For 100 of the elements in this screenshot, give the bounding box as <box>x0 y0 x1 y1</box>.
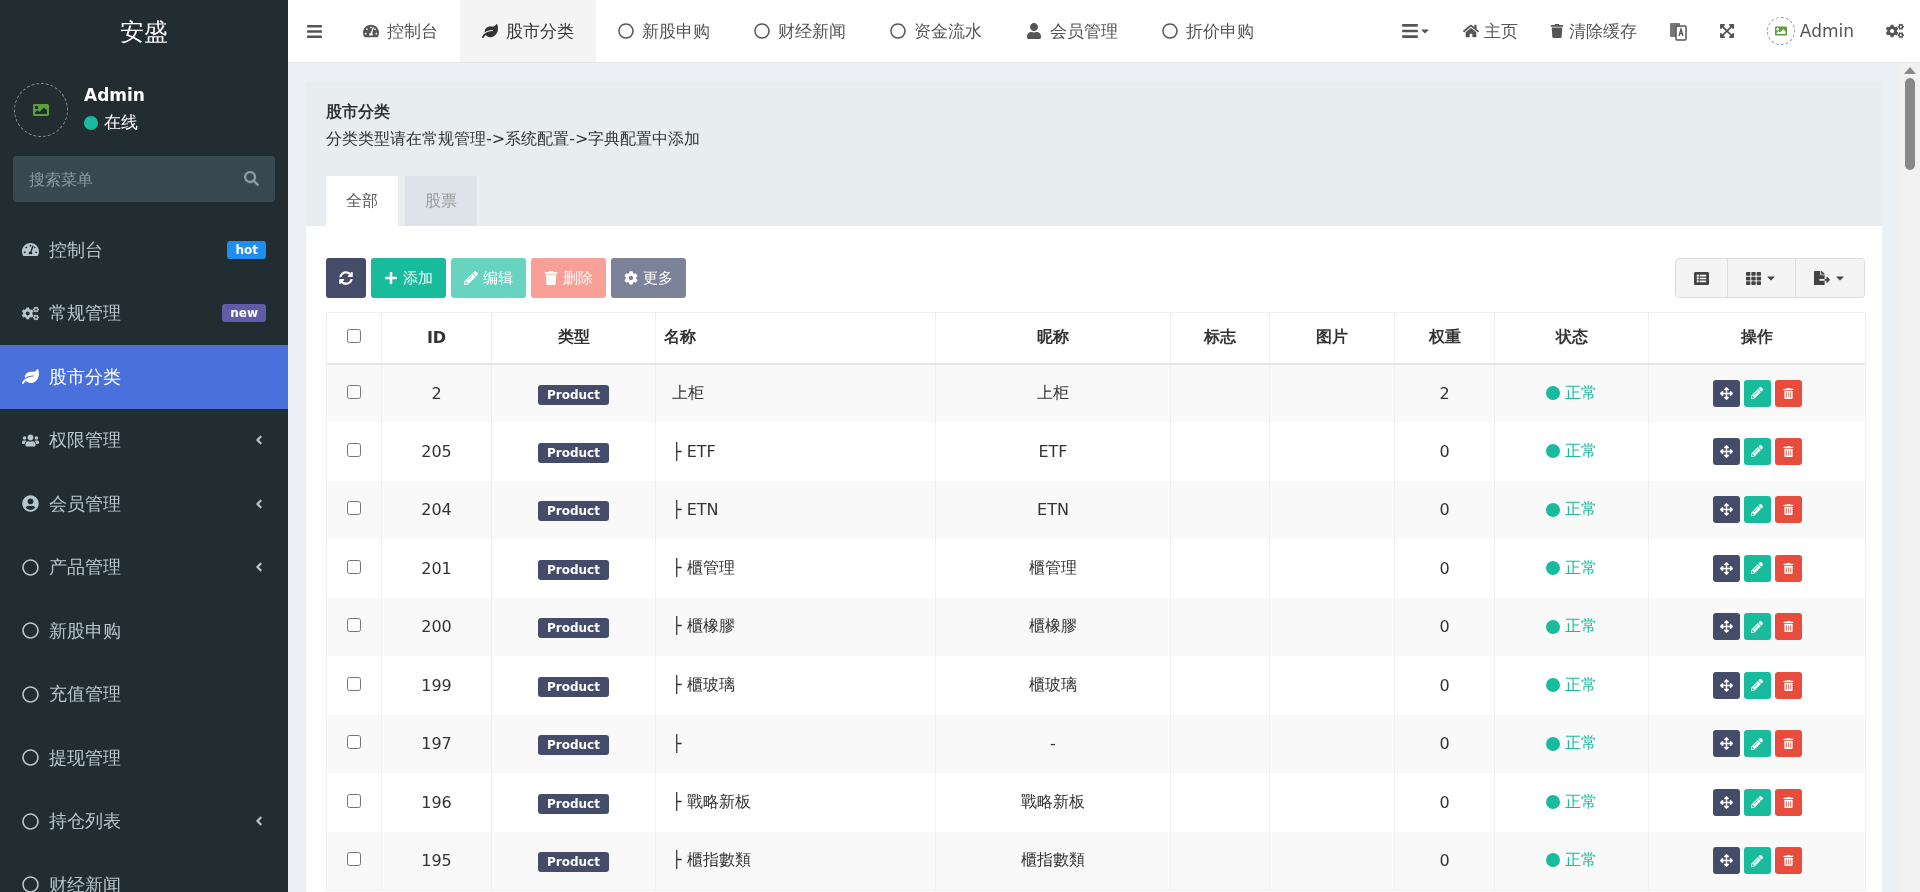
settings-icon[interactable] <box>1886 22 1904 40</box>
move-icon <box>1719 620 1733 634</box>
menu-label: 产品管理 <box>49 555 122 580</box>
status-label: 正常 <box>1565 791 1597 813</box>
nav-tab[interactable]: 折价申购 <box>1140 0 1276 62</box>
select-all-checkbox[interactable] <box>347 329 361 344</box>
search-icon <box>244 171 259 186</box>
menu-item[interactable]: 权限管理 <box>0 408 288 472</box>
drag-button[interactable] <box>1712 496 1740 524</box>
menu-label: 权限管理 <box>49 428 122 453</box>
delete-button[interactable] <box>1774 496 1802 524</box>
row-checkbox[interactable] <box>347 618 361 633</box>
delete-button[interactable] <box>1774 788 1802 816</box>
column-header: 状态 <box>1494 312 1649 364</box>
drag-button[interactable] <box>1712 379 1740 407</box>
status-label: 正常 <box>1565 557 1597 579</box>
trash-icon <box>544 271 558 285</box>
row-checkbox[interactable] <box>347 676 361 691</box>
user-name[interactable]: Admin <box>1799 21 1854 41</box>
row-checkbox[interactable] <box>347 735 361 750</box>
list-icon[interactable] <box>1400 22 1419 40</box>
nav-tab[interactable]: 会员管理 <box>1004 0 1140 62</box>
menu-label: 股市分类 <box>49 364 122 389</box>
type-tag: Product <box>538 793 609 814</box>
translate-icon[interactable] <box>1668 21 1687 41</box>
delete-button[interactable] <box>1774 671 1802 699</box>
delete-button[interactable] <box>1774 730 1802 758</box>
home-link[interactable]: 主页 <box>1446 0 1534 62</box>
columns-button[interactable] <box>1727 259 1795 297</box>
refresh-button[interactable] <box>326 258 366 298</box>
clear-cache-link[interactable]: 清除缓存 <box>1533 0 1653 62</box>
row-checkbox[interactable] <box>347 501 361 516</box>
row-checkbox[interactable] <box>347 442 361 457</box>
column-header: 昵称 <box>935 312 1171 364</box>
type-tag: Product <box>538 442 609 463</box>
filter-tab[interactable]: 全部 <box>326 176 398 226</box>
menu-item[interactable]: 控制台 hot <box>0 218 288 282</box>
row-checkbox[interactable] <box>347 852 361 866</box>
grid-icon <box>1746 270 1761 286</box>
menu-item[interactable]: 新股申购 <box>0 599 288 663</box>
trash-icon <box>1782 679 1794 691</box>
column-header: 操作 <box>1648 312 1866 364</box>
menu-item[interactable]: 持仓列表 <box>0 789 288 853</box>
search-field[interactable]: 搜索菜单 <box>13 156 275 202</box>
menu-item[interactable]: 产品管理 <box>0 535 288 599</box>
gear-icon <box>624 271 638 285</box>
id-cell: 195 <box>381 831 492 890</box>
menu-item[interactable]: 提现管理 <box>0 726 288 790</box>
nickname-cell: 戰略新板 <box>935 773 1171 832</box>
status-label: 正常 <box>1565 674 1597 696</box>
nav-tab[interactable]: 财经新闻 <box>732 0 868 62</box>
drag-button[interactable] <box>1712 730 1740 758</box>
delete-button[interactable] <box>1774 554 1802 582</box>
drag-button[interactable] <box>1712 788 1740 816</box>
panel-description: 分类类型请在常规管理->系统配置->字典配置中添加 <box>326 129 702 150</box>
row-checkbox[interactable] <box>347 384 361 399</box>
menu-icon[interactable] <box>306 22 323 40</box>
plus-icon <box>384 271 398 285</box>
nav-tab-label: 会员管理 <box>1050 19 1118 43</box>
name-cell: ├ 戰略新板 <box>655 773 936 832</box>
delete-button[interactable] <box>1774 613 1802 641</box>
nickname-cell: 櫃玻璃 <box>935 656 1171 715</box>
user-icon <box>1026 23 1042 39</box>
row-checkbox[interactable] <box>347 793 361 808</box>
status-label: 正常 <box>1565 733 1597 754</box>
delete-button[interactable] <box>1774 847 1802 874</box>
menu-label: 常规管理 <box>49 301 122 326</box>
menu-label: 持仓列表 <box>49 809 122 834</box>
fullscreen-icon[interactable] <box>1718 23 1735 39</box>
nickname-cell: 櫃指數類 <box>935 831 1171 890</box>
menu-item[interactable]: 常规管理 new <box>0 281 288 345</box>
drag-button[interactable] <box>1712 847 1740 874</box>
delete-button[interactable] <box>1774 379 1802 407</box>
menu-item[interactable]: 股市分类 <box>0 345 288 409</box>
pencil-icon <box>1751 854 1763 867</box>
drag-button[interactable] <box>1712 671 1740 699</box>
nav-tab[interactable]: 资金流水 <box>868 0 1004 62</box>
move-icon <box>1719 678 1733 692</box>
user-status: 在线 <box>104 111 138 134</box>
toggle-view-button[interactable] <box>1676 259 1727 297</box>
delete-button[interactable] <box>1774 437 1802 465</box>
weight-cell: 0 <box>1394 831 1495 890</box>
panel-title: 股市分类 <box>326 102 391 123</box>
row-checkbox[interactable] <box>347 559 361 574</box>
nav-tab[interactable]: 股市分类 <box>460 0 596 62</box>
drag-button[interactable] <box>1712 554 1740 582</box>
move-icon <box>1719 386 1733 400</box>
drag-button[interactable] <box>1712 437 1740 465</box>
drag-button[interactable] <box>1712 613 1740 641</box>
menu-item[interactable]: 充值管理 <box>0 662 288 726</box>
more-button[interactable]: 更多 <box>611 258 686 298</box>
menu-item[interactable]: 会员管理 <box>0 472 288 536</box>
nav-tab[interactable]: 控制台 <box>341 0 460 62</box>
weight-cell: 0 <box>1394 656 1495 715</box>
scrollbar[interactable] <box>1900 63 1920 892</box>
weight-cell: 0 <box>1394 422 1495 481</box>
export-button[interactable] <box>1795 259 1864 297</box>
nav-tab[interactable]: 新股申购 <box>596 0 732 62</box>
id-cell: 199 <box>381 656 492 715</box>
status-label: 正常 <box>1565 382 1597 404</box>
